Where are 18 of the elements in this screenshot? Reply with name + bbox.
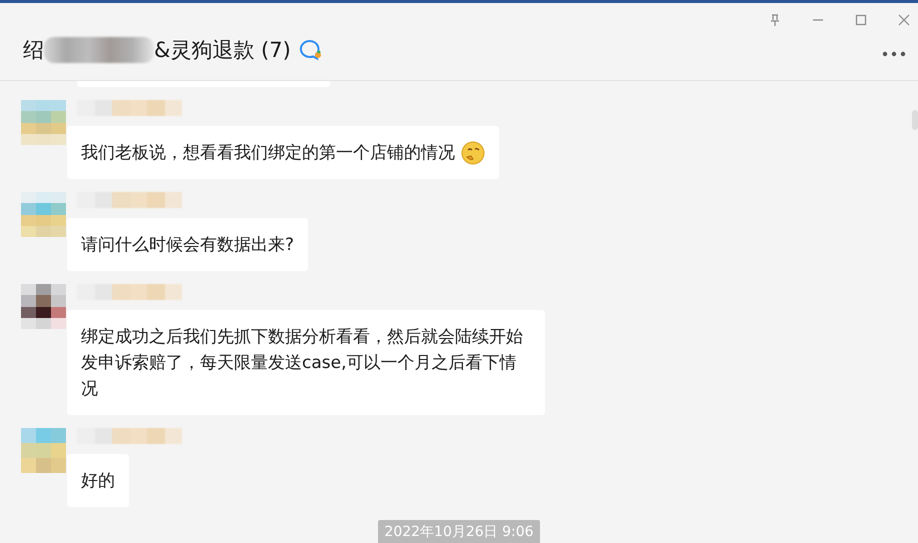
avatar xyxy=(21,100,66,145)
more-icon[interactable] xyxy=(882,50,906,56)
chat-bubble-icon[interactable] xyxy=(298,38,323,60)
window-title: 绍 xyxy=(23,36,44,64)
avatar xyxy=(21,284,66,329)
avatar xyxy=(21,192,66,237)
scrollbar-thumb[interactable] xyxy=(912,110,918,130)
message-text: 好的 xyxy=(81,470,115,493)
message-text: 绑定成功之后我们先抓下数据分析看看，然后就会陆续开始发申诉索赔了，每天限量发送case,可以一个月之后看下情况 xyxy=(81,326,524,401)
thinking-face-icon xyxy=(461,141,485,165)
message-text: 我们老板说，想看看我们绑定的第一个店铺的情况 xyxy=(81,142,455,165)
timestamp: 2022年10月26日 9:06 xyxy=(378,520,540,543)
avatar xyxy=(21,428,66,473)
close-icon[interactable] xyxy=(898,14,910,26)
window-title: &灵狗退款 (7) xyxy=(154,36,291,64)
message-text: 请问什么时候会有数据出来? xyxy=(81,234,294,257)
pin-icon[interactable] xyxy=(769,14,781,26)
maximize-icon[interactable] xyxy=(855,14,867,26)
